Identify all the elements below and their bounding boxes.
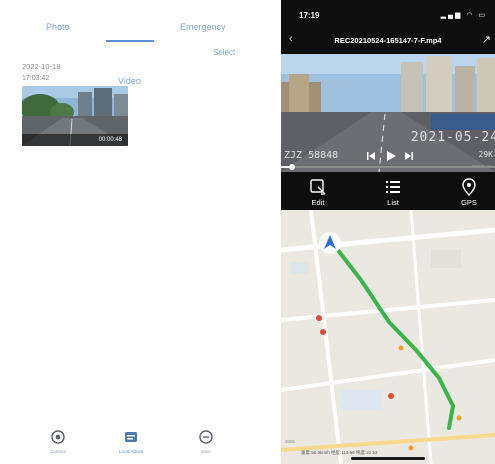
player-title-bar: ‹ REC20210524-165147-7-F.mp4 ↗	[281, 26, 495, 54]
tab-emergency[interactable]: Emergency	[180, 22, 226, 32]
album-tabs: Photo Video Emergency	[0, 22, 255, 86]
location-pin-icon	[462, 178, 476, 196]
video-frame[interactable]: 2021-05-24 ZJZ 58848 29K 202105.09	[281, 54, 495, 172]
gps-map[interactable]: 2000 速度:58.9km/h 经度:113.66 纬度:22.53	[281, 210, 495, 464]
person-icon	[199, 430, 213, 444]
tab-photo[interactable]: Photo	[46, 22, 70, 32]
home-indicator	[351, 457, 425, 460]
active-tab-indicator	[106, 40, 154, 42]
player-actions: Edit List GPS	[281, 172, 495, 210]
nav-camera[interactable]: Camera	[38, 428, 78, 462]
status-time: 17:19	[299, 11, 320, 20]
gps-label: GPS	[461, 198, 477, 207]
map-corner-label: 2000	[285, 439, 296, 444]
album-panel: Photo Video Emergency Select 2022-10-18 …	[0, 0, 255, 464]
playback-controls	[367, 151, 413, 161]
album-icon	[125, 432, 137, 442]
nav-local-album-label: Local Album	[118, 449, 144, 454]
list-button[interactable]: List	[368, 176, 418, 208]
list-label: List	[387, 198, 399, 207]
nav-mine-label: Mine	[201, 449, 211, 454]
map-image	[281, 210, 495, 464]
thumbnail-duration: 00:00:48	[98, 137, 122, 143]
list-icon	[386, 181, 400, 193]
group-date: 2022-10-18	[22, 62, 61, 71]
video-timestamp-overlay: 2021-05-24	[410, 130, 495, 145]
file-name: REC20210524-165147-7-F.mp4	[334, 36, 442, 45]
battery-icon: ▭	[478, 12, 487, 19]
signal-icon: ▂▄▆	[440, 12, 463, 19]
status-bar: 17:19 ▂▄▆ ◠ ▭	[281, 0, 495, 26]
clip-time: 17:03:42	[22, 75, 50, 82]
video-thumbnail[interactable]: 00:00:48	[22, 86, 128, 146]
nav-local-album[interactable]: Local Album	[111, 428, 151, 462]
gps-button[interactable]: GPS	[444, 176, 494, 208]
fast-forward-icon	[405, 152, 413, 160]
select-button[interactable]: Select	[213, 48, 235, 57]
wifi-icon: ◠	[466, 12, 475, 19]
camera-icon	[51, 430, 65, 444]
video-right-overlay: 29K	[478, 150, 493, 159]
play-icon	[387, 151, 396, 161]
playback-progress-bar[interactable]	[281, 164, 495, 170]
rewind-icon	[367, 152, 375, 160]
progress-track	[281, 166, 495, 168]
edit-icon	[310, 179, 326, 195]
progress-knob[interactable]	[288, 164, 295, 170]
bottom-navigation: Camera Local Album Mine	[0, 428, 255, 464]
player-panel: 17:19 ▂▄▆ ◠ ▭ ‹ REC20210524-165147-7-F.m…	[281, 0, 495, 464]
video-code-overlay: ZJZ 58848	[284, 150, 339, 161]
map-scale-info: 速度:58.9km/h 经度:113.66 纬度:22.53	[301, 450, 378, 455]
edit-button[interactable]: Edit	[293, 176, 343, 208]
edit-label: Edit	[311, 198, 325, 207]
status-icons: ▂▄▆ ◠ ▭	[441, 11, 487, 19]
nav-camera-label: Camera	[49, 449, 66, 454]
share-icon[interactable]: ↗	[482, 33, 491, 46]
nav-mine[interactable]: Mine	[186, 428, 226, 462]
screenshot-root: Photo Video Emergency Select 2022-10-18 …	[0, 0, 495, 464]
